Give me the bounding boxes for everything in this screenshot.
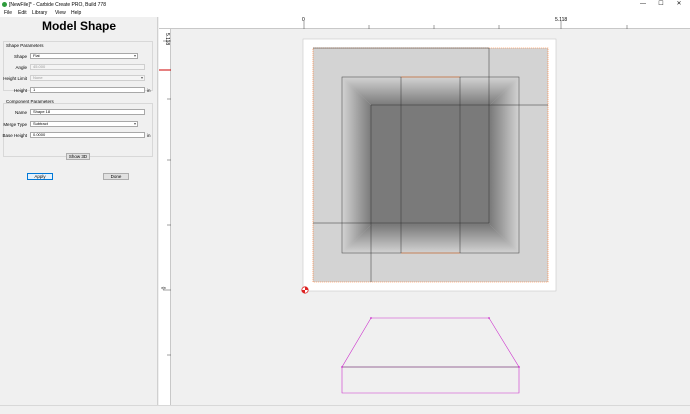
done-button[interactable]: Done: [103, 173, 129, 180]
ruler-top-end: 5.118: [555, 17, 568, 23]
shape-parameters-label: Shape Parameters: [6, 43, 44, 48]
height-label: Height: [13, 88, 27, 93]
window-title: [NewFile]* - Carbide Create PRO, Build 7…: [9, 1, 106, 8]
show-3d-button[interactable]: Show 3D: [66, 153, 90, 160]
design-canvas[interactable]: [172, 29, 690, 405]
pocket-wall-bottom: [342, 225, 519, 253]
merge-type-label: Merge Type: [3, 122, 27, 127]
apply-button[interactable]: Apply: [27, 173, 53, 180]
ruler-left-zero: 0: [159, 286, 166, 290]
canvas-drawing[interactable]: [172, 29, 690, 405]
shape-select[interactable]: Flat ▾: [30, 53, 138, 59]
merge-type-select[interactable]: Subtract ▾: [30, 121, 138, 127]
maximize-button[interactable]: ☐: [654, 0, 668, 9]
angle-field[interactable]: 45.000: [30, 64, 145, 70]
merge-type-value: Subtract: [33, 121, 48, 126]
height-limit-value: None: [33, 75, 43, 80]
chevron-down-icon: ▾: [140, 75, 143, 80]
height-unit: in: [147, 88, 151, 93]
chevron-down-icon: ▾: [133, 121, 136, 126]
menu-library[interactable]: Library: [32, 10, 47, 16]
profile-preview: [341, 317, 520, 394]
title-bar: [NewFile]* - Carbide Create PRO, Build 7…: [0, 0, 690, 9]
menu-view[interactable]: View: [55, 10, 66, 16]
ruler-left-top: 5.118: [164, 33, 170, 46]
name-label: Name: [14, 110, 27, 115]
panel-title: Model Shape: [41, 19, 116, 33]
ruler-top-start: 0: [302, 17, 305, 23]
name-field[interactable]: Shape 18: [30, 109, 145, 115]
pocket-wall-left: [342, 77, 371, 253]
chevron-down-icon: ▾: [133, 53, 136, 58]
base-height-label: Base Height: [2, 133, 27, 138]
base-height-field[interactable]: 0.0000: [30, 132, 145, 138]
shape-label: Shape: [13, 54, 27, 59]
pocket-floor: [371, 105, 490, 225]
minimize-button[interactable]: —: [636, 0, 650, 9]
carbide-logo-icon: [2, 2, 7, 7]
pocket-wall-right: [490, 77, 519, 253]
height-limit-select[interactable]: None ▾: [30, 75, 145, 81]
height-limit-label: Height Limit: [3, 76, 27, 81]
menu-bar: File Edit Library View Help: [0, 9, 690, 17]
menu-edit[interactable]: Edit: [18, 10, 27, 16]
origin-marker-icon: [301, 286, 309, 294]
height-field[interactable]: 1: [30, 87, 145, 93]
model-shape-panel: Model Shape Shape Parameters Shape Flat …: [0, 17, 158, 405]
status-bar: [0, 405, 690, 414]
component-parameters-label: Component Parameters: [6, 99, 54, 104]
pocket-wall-top: [342, 77, 519, 105]
menu-help[interactable]: Help: [71, 10, 81, 16]
ruler-left: 5.118 0: [159, 29, 171, 405]
menu-file[interactable]: File: [4, 10, 12, 16]
close-button[interactable]: ✕: [672, 0, 686, 9]
angle-label: Angle: [15, 65, 27, 70]
ruler-top: 0 5.118: [159, 17, 690, 29]
base-height-unit: in: [147, 133, 151, 138]
shape-value: Flat: [33, 53, 40, 58]
